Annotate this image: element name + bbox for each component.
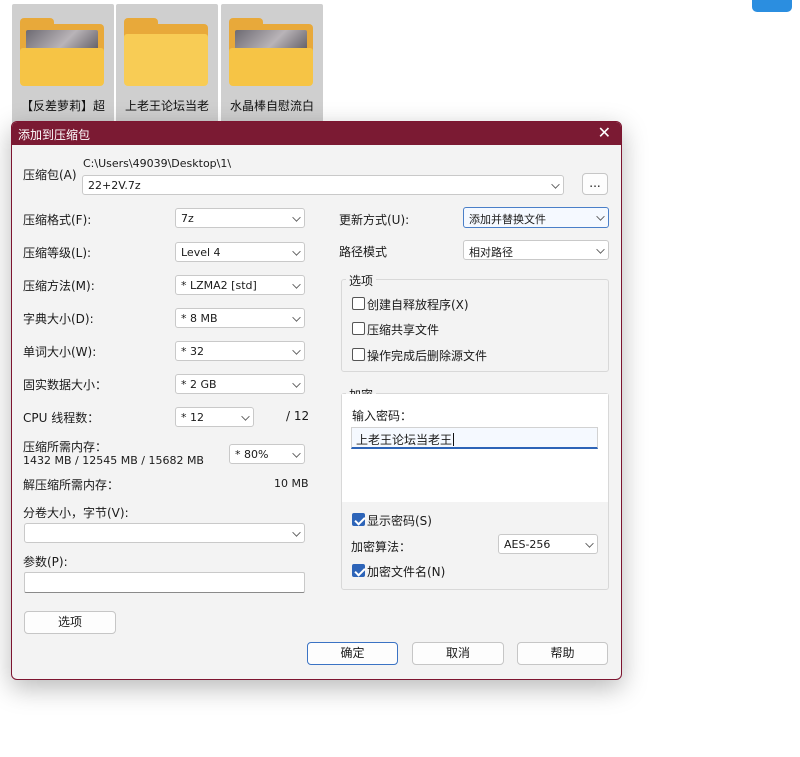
dialog-title: 添加到压缩包 [18,128,91,142]
params-input[interactable] [24,572,305,593]
level-select[interactable]: Level 4 [175,242,305,262]
format-label: 压缩格式(F): [23,213,92,227]
level-label: 压缩等级(L): [23,246,92,260]
delete-source-label[interactable]: 操作完成后删除源文件 [367,347,487,364]
encryption-method-label: 加密算法： [351,540,412,554]
word-value: * 32 [181,345,204,358]
archive-name-combo[interactable]: 22+2V.7z [82,175,564,195]
password-label: 输入密码： [352,409,413,423]
chevron-down-icon [596,212,605,221]
options-button[interactable]: 选项 [24,611,116,634]
chevron-down-icon [241,412,250,421]
mem-compress-value: * 80% [235,448,269,461]
browse-button[interactable]: ... [582,173,608,195]
dict-select[interactable]: * 8 MB [175,308,305,328]
show-password-label[interactable]: 显示密码(S) [367,512,432,529]
archive-label: 压缩包(A) [23,168,77,182]
split-select[interactable] [24,523,305,543]
params-label: 参数(P): [23,555,68,569]
ok-button[interactable]: 确定 [307,642,398,665]
solid-value: * 2 GB [181,378,217,391]
threads-select[interactable]: * 12 [175,407,254,427]
encryption-method-select[interactable]: AES-256 [498,534,598,554]
chevron-down-icon [292,247,301,256]
mem-compress-detail: 1432 MB / 12545 MB / 15682 MB [23,454,204,467]
folder-label: 上老王论坛当老 [124,99,209,113]
shared-files-label[interactable]: 压缩共享文件 [367,321,439,338]
solid-label: 固实数据大小： [23,378,108,392]
sfx-label[interactable]: 创建自释放程序(X) [367,296,469,313]
cancel-button[interactable]: 取消 [412,642,504,665]
folder-icon [20,18,104,86]
chevron-down-icon [596,245,605,254]
format-value: 7z [181,212,194,225]
word-select[interactable]: * 32 [175,341,305,361]
chevron-down-icon [551,180,560,189]
update-mode-label: 更新方式(U): [339,213,410,227]
path-mode-select[interactable]: 相对路径 [463,240,609,260]
mem-decompress-value: 10 MB [274,477,309,490]
level-value: Level 4 [181,246,221,259]
archive-name-value: 22+2V.7z [88,179,141,192]
word-label: 单词大小(W): [23,345,97,359]
update-mode-value: 添加并替换文件 [469,213,546,226]
mem-decompress-label: 解压缩所需内存： [23,478,120,492]
options-group-title: 选项 [346,272,377,289]
method-value: * LZMA2 [std] [181,279,257,292]
folder-label: 水晶棒自慰流白 [229,99,314,113]
delete-source-checkbox[interactable] [352,348,365,361]
archive-path: C:\Users\49039\Desktop\1\ [83,157,232,170]
close-icon[interactable]: ✕ [598,124,611,142]
password-input[interactable]: 上老王论坛当老王 [351,427,598,449]
method-label: 压缩方法(M): [23,279,95,293]
update-mode-select[interactable]: 添加并替换文件 [463,207,609,228]
threads-value: * 12 [181,411,204,424]
desktop-folder[interactable]: 上老王论坛当老 [116,4,218,126]
show-password-checkbox[interactable] [352,513,365,526]
split-label: 分卷大小，字节(V): [23,506,129,520]
help-button[interactable]: 帮助 [517,642,608,665]
chevron-down-icon [292,528,301,537]
shared-files-checkbox[interactable] [352,322,365,335]
encrypt-names-label[interactable]: 加密文件名(N) [367,563,445,580]
threads-label: CPU 线程数： [23,411,100,425]
threads-max: / 12 [286,409,310,423]
chevron-down-icon [292,449,301,458]
dict-value: * 8 MB [181,312,218,325]
chevron-down-icon [292,213,301,222]
format-select[interactable]: 7z [175,208,305,228]
corner-button[interactable] [752,0,792,12]
chevron-down-icon [292,280,301,289]
encrypt-names-checkbox[interactable] [352,564,365,577]
chevron-down-icon [292,346,301,355]
add-to-archive-dialog: 添加到压缩包 ✕ 压缩包(A) C:\Users\49039\Desktop\1… [11,121,622,680]
password-value: 上老王论坛当老王 [356,433,453,447]
desktop-folder[interactable]: 水晶棒自慰流白 [221,4,323,126]
desktop-folder[interactable]: 【反差萝莉】超 [12,4,114,126]
sfx-checkbox[interactable] [352,297,365,310]
title-bar: 添加到压缩包 ✕ [12,122,621,145]
chevron-down-icon [585,539,594,548]
folder-icon [229,18,313,86]
mem-compress-select[interactable]: * 80% [229,444,305,464]
encryption-method-value: AES-256 [504,538,551,551]
chevron-down-icon [292,313,301,322]
chevron-down-icon [292,379,301,388]
folder-label: 【反差萝莉】超 [20,99,105,113]
folder-icon [124,18,208,86]
path-mode-label: 路径模式 [339,245,388,259]
mem-compress-label: 压缩所需内存： [23,440,108,454]
dict-label: 字典大小(D): [23,312,94,326]
text-caret [453,433,455,446]
method-select[interactable]: * LZMA2 [std] [175,275,305,295]
solid-select[interactable]: * 2 GB [175,374,305,394]
path-mode-value: 相对路径 [469,246,513,259]
